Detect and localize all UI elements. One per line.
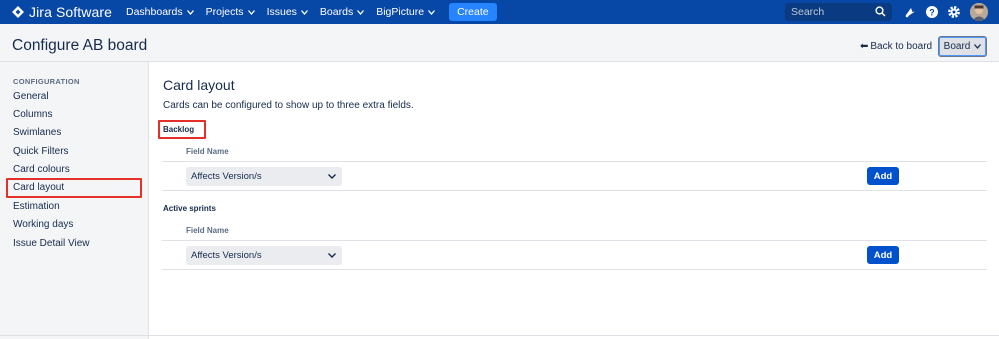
logo-text: Jira Software	[29, 4, 112, 20]
chevron-down-icon	[357, 9, 365, 15]
backlog-field-select[interactable]: Affects Version/s	[186, 167, 342, 186]
svg-text:?: ?	[929, 7, 935, 17]
sidebar-item-estimation[interactable]: Estimation	[13, 201, 60, 212]
board-button-label: Board	[943, 41, 971, 52]
active-sprints-heading: Active sprints	[163, 204, 216, 213]
help-icon[interactable]: ?	[925, 5, 939, 19]
notifications-icon[interactable]	[903, 5, 917, 19]
sidebar-item-card-colours[interactable]: Card colours	[13, 164, 70, 175]
nav-bigpicture-label: BigPicture	[376, 6, 425, 18]
settings-icon[interactable]	[947, 5, 961, 19]
backlog-field-name-header: Field Name	[186, 147, 229, 156]
sidebar-item-general[interactable]: General	[13, 91, 49, 102]
search-box[interactable]	[785, 3, 892, 21]
search-input[interactable]	[791, 6, 871, 18]
sidebar-item-issue-detail-view[interactable]: Issue Detail View	[13, 238, 90, 249]
sidebar-heading: CONFIGURATION	[13, 77, 80, 86]
divider	[162, 269, 987, 270]
chevron-down-icon	[247, 9, 255, 15]
board-menu-button[interactable]: Board	[938, 36, 987, 57]
sidebar-item-quick-filters[interactable]: Quick Filters	[13, 146, 69, 157]
chevron-down-icon	[328, 174, 336, 179]
back-to-board-link[interactable]: ⬅ Back to board	[860, 41, 932, 52]
card-layout-panel: Card layout Cards can be configured to s…	[150, 62, 999, 339]
jira-logo[interactable]: Jira Software	[12, 0, 112, 24]
active-sprints-field-select-value: Affects Version/s	[191, 250, 262, 261]
active-sprints-field-name-header: Field Name	[186, 226, 229, 235]
avatar[interactable]	[970, 3, 988, 21]
nav-boards-label: Boards	[319, 6, 354, 18]
sidebar-item-swimlanes[interactable]: Swimlanes	[13, 127, 61, 138]
active-sprints-add-button[interactable]: Add	[867, 246, 899, 264]
backlog-add-button[interactable]: Add	[867, 167, 899, 185]
chevron-down-icon	[328, 253, 336, 258]
page-header: Configure AB board ⬅ Back to board Board	[0, 24, 999, 62]
footer-divider	[0, 335, 999, 336]
jira-logo-icon	[12, 6, 24, 18]
page-title: Configure AB board	[12, 37, 148, 54]
divider	[162, 190, 987, 191]
section-title: Card layout	[163, 77, 235, 93]
chevron-down-icon	[428, 9, 436, 15]
highlight-box-backlog	[158, 120, 206, 139]
chevron-down-icon	[186, 9, 194, 15]
highlight-box-card-layout	[6, 178, 142, 198]
nav-projects-label: Projects	[205, 6, 244, 18]
back-to-board-label: Back to board	[870, 41, 933, 52]
nav-boards[interactable]: Boards	[319, 6, 365, 18]
nav-bigpicture[interactable]: BigPicture	[376, 6, 436, 18]
top-navigation: Jira Software Dashboards Projects Issues…	[0, 0, 999, 24]
nav-dashboards-label: Dashboards	[126, 6, 183, 18]
chevron-down-icon	[300, 9, 308, 15]
nav-projects[interactable]: Projects	[206, 6, 255, 18]
active-sprints-field-select[interactable]: Affects Version/s	[186, 246, 342, 265]
nav-dashboards[interactable]: Dashboards	[126, 6, 194, 18]
backlog-field-select-value: Affects Version/s	[191, 171, 262, 182]
nav-issues-label: Issues	[266, 6, 297, 18]
nav-issues[interactable]: Issues	[267, 6, 308, 18]
chevron-down-icon	[974, 44, 982, 49]
divider	[162, 240, 987, 241]
create-button[interactable]: Create	[449, 3, 497, 21]
sidebar-item-columns[interactable]: Columns	[13, 109, 52, 120]
divider	[162, 161, 987, 162]
search-icon[interactable]	[875, 6, 886, 17]
section-description: Cards can be configured to show up to th…	[163, 100, 414, 111]
configuration-sidebar: CONFIGURATION General Columns Swimlanes …	[0, 62, 149, 339]
user-avatar-icon	[970, 3, 988, 21]
sidebar-item-working-days[interactable]: Working days	[13, 219, 73, 230]
arrow-left-icon: ⬅	[860, 41, 869, 52]
